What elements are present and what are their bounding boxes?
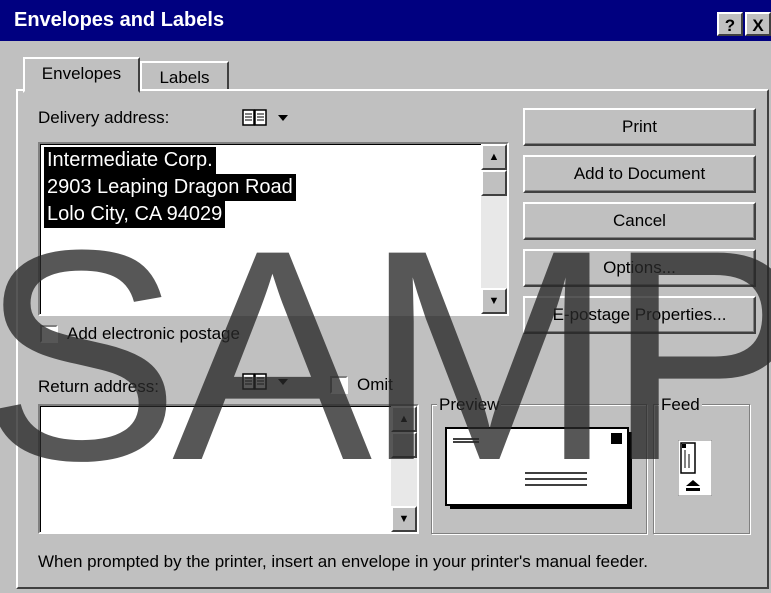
return-address-label: Return address: <box>38 377 159 396</box>
print-button[interactable]: Print <box>523 108 756 146</box>
return-scrollbar[interactable]: ▲ ▼ <box>391 406 417 532</box>
delivery-dropdown-arrow-icon[interactable] <box>278 115 288 121</box>
delivery-scrollbar[interactable]: ▲ ▼ <box>481 144 507 314</box>
omit-checkbox[interactable] <box>330 376 348 394</box>
envelope-preview-icon[interactable] <box>445 427 635 511</box>
scrollbar-thumb[interactable] <box>481 170 507 196</box>
tab-envelopes[interactable]: Envelopes <box>23 57 140 93</box>
return-scroll-down-icon[interactable]: ▼ <box>391 506 417 532</box>
return-address-book-icon[interactable] <box>242 372 268 392</box>
preview-label: Preview <box>437 395 502 415</box>
return-scrollbar-thumb[interactable] <box>391 432 417 458</box>
delivery-address-label: Delivery address: <box>38 108 170 127</box>
status-message: When prompted by the printer, insert an … <box>38 552 648 571</box>
feed-label: Feed <box>659 395 702 415</box>
close-button[interactable]: X <box>745 12 771 36</box>
delivery-address-line-3: Lolo City, CA 94029 <box>44 201 226 228</box>
scroll-down-icon[interactable]: ▼ <box>481 288 507 314</box>
add-to-document-button[interactable]: Add to Document <box>523 155 756 193</box>
delivery-address-field[interactable]: Intermediate Corp. 2903 Leaping Dragon R… <box>38 142 509 316</box>
feed-method-icon[interactable] <box>678 440 712 496</box>
tab-envelopes-label: Envelopes <box>41 64 122 83</box>
scroll-up-icon[interactable]: ▲ <box>481 144 507 170</box>
delivery-address-line-2: 2903 Leaping Dragon Road <box>44 174 296 201</box>
delivery-address-line-1: Intermediate Corp. <box>44 147 216 174</box>
return-scroll-up-icon[interactable]: ▲ <box>391 406 417 432</box>
help-button[interactable]: ? <box>717 12 743 36</box>
add-electronic-postage-checkbox[interactable] <box>40 325 58 343</box>
cancel-button[interactable]: Cancel <box>523 202 756 240</box>
return-address-field[interactable]: ▲ ▼ <box>38 404 419 534</box>
tab-labels-label: Labels <box>159 68 210 87</box>
omit-label: Omit <box>357 375 393 394</box>
e-postage-properties-button[interactable]: E-postage Properties... <box>523 296 756 334</box>
add-electronic-postage-label: Add electronic postage <box>67 324 240 343</box>
tab-labels[interactable]: Labels <box>140 61 229 89</box>
address-book-icon[interactable] <box>242 108 268 128</box>
return-dropdown-arrow-icon[interactable] <box>278 379 288 385</box>
window-title: Envelopes and Labels <box>14 9 225 31</box>
options-button[interactable]: Options... <box>523 249 756 287</box>
title-bar: Envelopes and Labels ? X <box>0 0 771 41</box>
